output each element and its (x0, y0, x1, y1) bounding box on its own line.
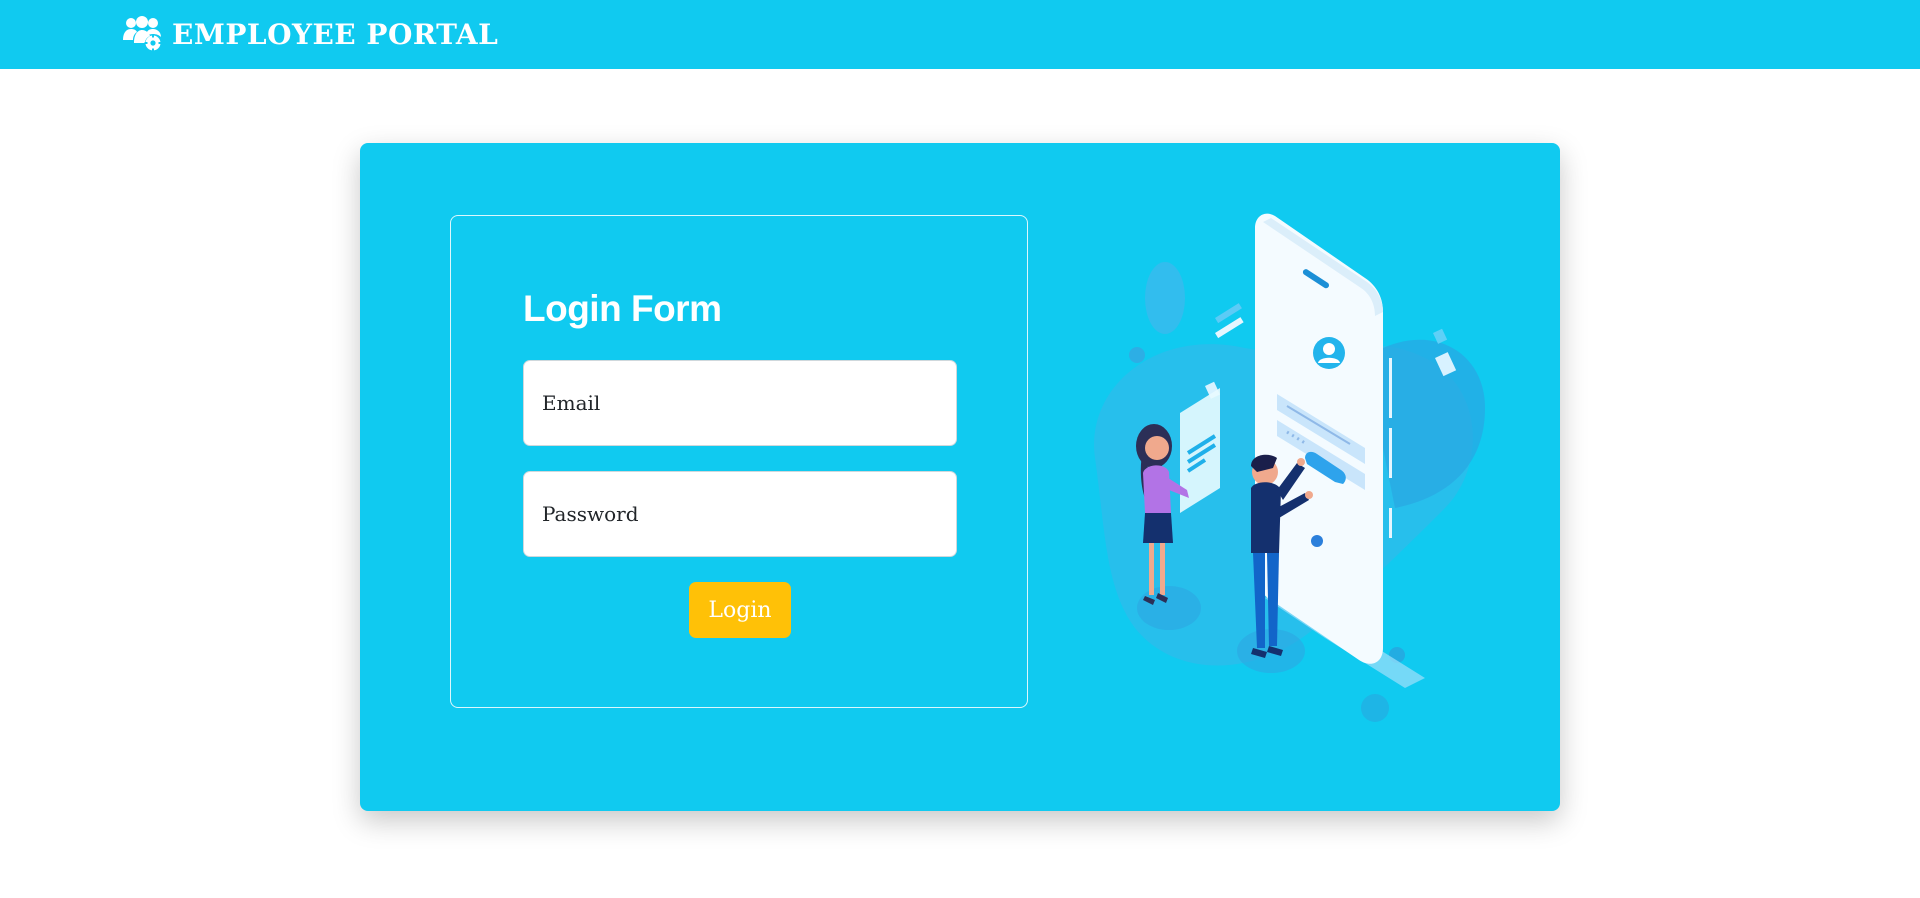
password-field[interactable] (523, 471, 957, 557)
email-field[interactable] (523, 360, 957, 446)
form-title: Login Form (523, 288, 722, 329)
brand-title: EMPLOYEE PORTAL (172, 17, 499, 51)
login-button[interactable]: Login (689, 582, 791, 638)
login-card: Login Form Login (360, 143, 1560, 811)
users-cog-icon (122, 16, 162, 52)
login-form: Login Form Login (450, 215, 1028, 708)
mobile-login-illustration (1065, 208, 1505, 728)
brand-link[interactable]: EMPLOYEE PORTAL (122, 14, 498, 54)
navbar: EMPLOYEE PORTAL (0, 0, 1920, 69)
